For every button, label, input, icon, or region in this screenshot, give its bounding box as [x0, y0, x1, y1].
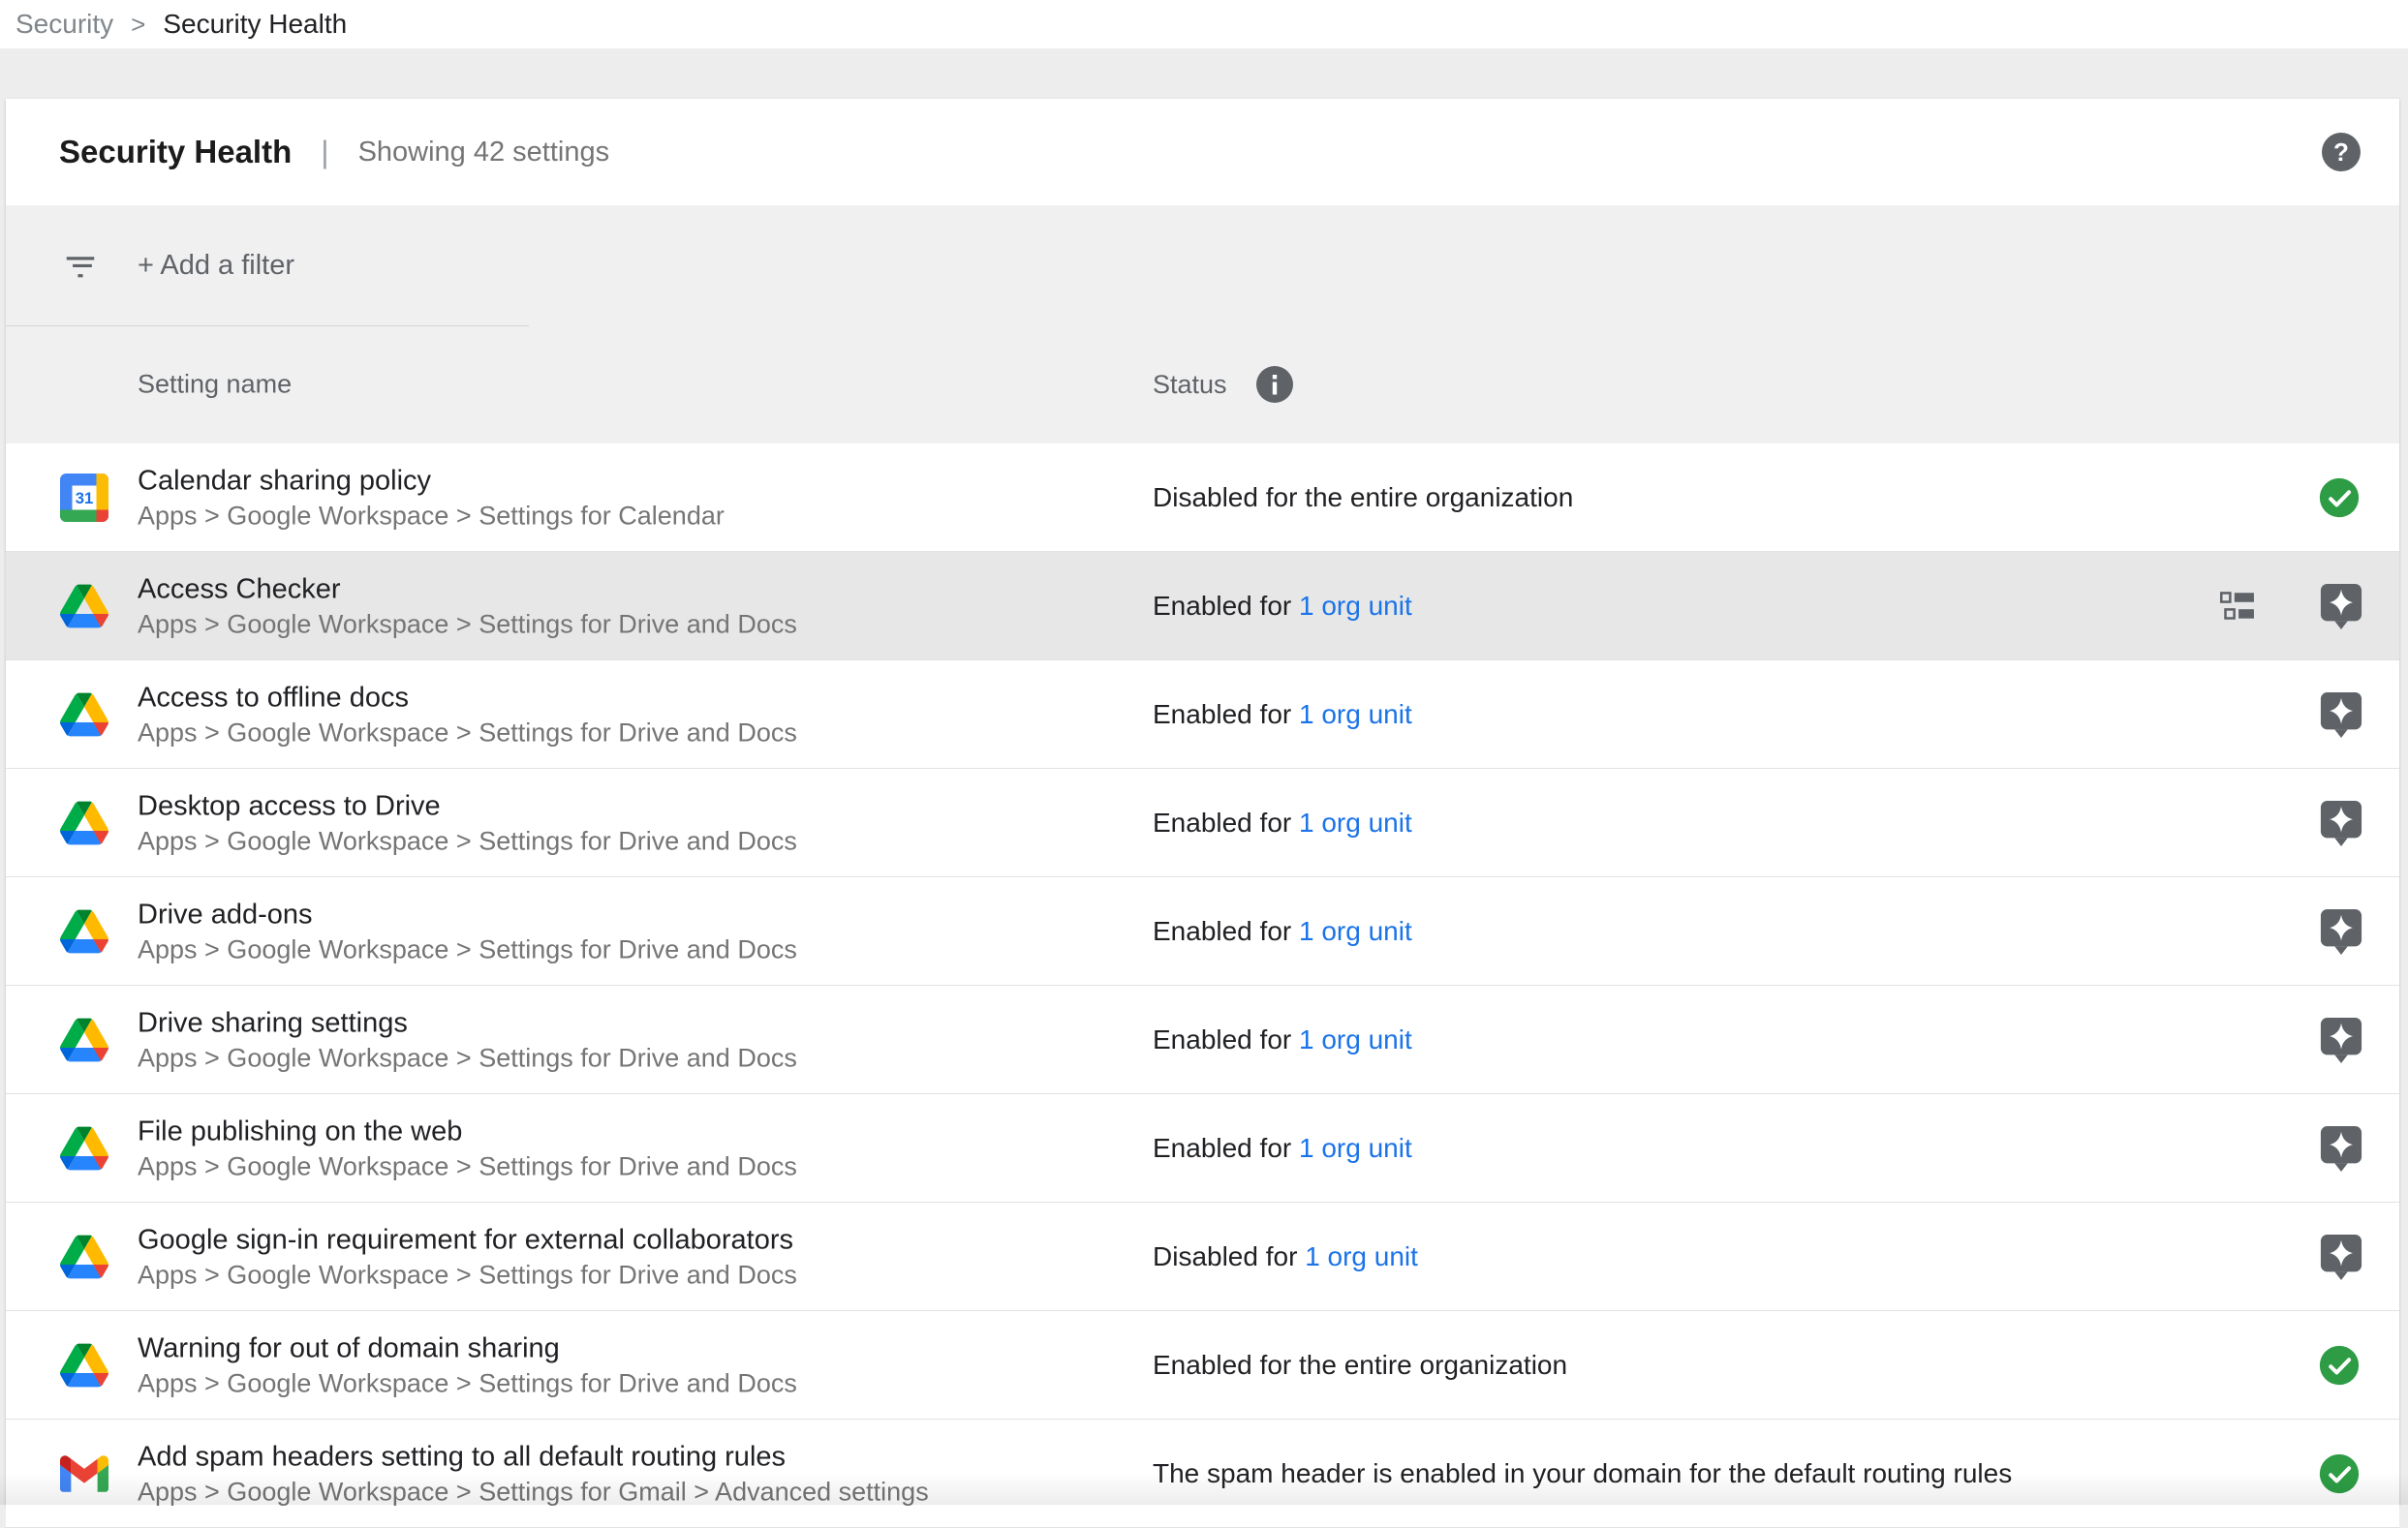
calendar-icon [60, 474, 108, 522]
setting-title: Drive sharing settings [138, 1005, 797, 1041]
drive-icon [60, 1124, 108, 1173]
table-row[interactable]: Access Checker Apps > Google Workspace >… [6, 552, 2399, 660]
setting-status: Disabled for 1 org unit [1153, 1241, 1418, 1272]
breadcrumb-security-link[interactable]: Security [15, 9, 113, 40]
setting-path: Apps > Google Workspace > Settings for D… [138, 824, 797, 857]
gmail-icon [60, 1450, 108, 1498]
recommendation-icon[interactable] [2319, 907, 2363, 956]
security-health-card: Security Health | Showing 42 settings ? … [6, 99, 2399, 1505]
org-unit-link[interactable]: 1 org unit [1299, 699, 1412, 729]
status-ok-icon [2319, 1453, 2360, 1494]
recommendation-icon[interactable] [2319, 690, 2363, 739]
setting-path: Apps > Google Workspace > Settings for D… [138, 1149, 797, 1182]
drive-icon [60, 1341, 108, 1390]
setting-path: Apps > Google Workspace > Settings for D… [138, 716, 797, 749]
setting-status: Enabled for 1 org unit [1153, 1024, 1412, 1055]
setting-status: Enabled for 1 org unit [1153, 1133, 1412, 1164]
setting-status: Enabled for the entire organization [1153, 1350, 1567, 1381]
drive-icon [60, 907, 108, 956]
table-row[interactable]: Calendar sharing policy Apps > Google Wo… [6, 443, 2399, 552]
column-header-setting-name: Setting name [138, 370, 292, 400]
filter-list-icon [62, 247, 99, 284]
breadcrumb-chevron-icon: > [131, 10, 145, 40]
setting-title: Access to offline docs [138, 680, 797, 716]
setting-title: Warning for out of domain sharing [138, 1330, 797, 1366]
table-row[interactable]: Add spam headers setting to all default … [6, 1420, 2399, 1528]
breadcrumb-current: Security Health [163, 9, 347, 40]
filter-and-table-header: + Add a filter Setting name Status [6, 205, 2399, 443]
recommendation-icon[interactable] [2319, 1124, 2363, 1173]
filter-bar[interactable]: + Add a filter [6, 205, 2399, 325]
org-unit-link[interactable]: 1 org unit [1305, 1241, 1418, 1271]
table-header-row: Setting name Status [6, 325, 2399, 443]
setting-title: File publishing on the web [138, 1114, 797, 1149]
setting-title: Desktop access to Drive [138, 788, 797, 824]
setting-path: Apps > Google Workspace > Settings for D… [138, 1366, 797, 1399]
setting-status: The spam header is enabled in your domai… [1153, 1458, 2012, 1489]
drive-icon [60, 582, 108, 630]
setting-status: Enabled for 1 org unit [1153, 916, 1412, 947]
setting-path: Apps > Google Workspace > Settings for D… [138, 607, 797, 640]
setting-path: Apps > Google Workspace > Settings for D… [138, 932, 797, 965]
org-unit-link[interactable]: 1 org unit [1299, 591, 1412, 621]
table-row[interactable]: Google sign-in requirement for external … [6, 1203, 2399, 1311]
column-header-status: Status [1153, 366, 1293, 403]
breadcrumb: Security > Security Health [0, 0, 2408, 48]
setting-title: Drive add-ons [138, 897, 797, 932]
title-divider: | [321, 135, 328, 170]
setting-status: Disabled for the entire organization [1153, 482, 1573, 513]
recommendation-icon[interactable] [2319, 1016, 2363, 1064]
setting-title: Calendar sharing policy [138, 463, 725, 499]
status-ok-icon [2319, 1345, 2360, 1386]
setting-path: Apps > Google Workspace > Settings for D… [138, 1041, 797, 1074]
drive-icon [60, 799, 108, 847]
org-unit-link[interactable]: 1 org unit [1299, 1024, 1412, 1054]
table-row[interactable]: File publishing on the web Apps > Google… [6, 1094, 2399, 1203]
card-header: Security Health | Showing 42 settings ? [6, 99, 2399, 205]
help-icon[interactable]: ? [2322, 133, 2361, 171]
table-row[interactable]: Access to offline docs Apps > Google Wor… [6, 660, 2399, 769]
setting-status: Enabled for 1 org unit [1153, 699, 1412, 730]
setting-title: Google sign-in requirement for external … [138, 1222, 797, 1258]
org-unit-link[interactable]: 1 org unit [1299, 1133, 1412, 1163]
table-row[interactable]: Drive sharing settings Apps > Google Wor… [6, 986, 2399, 1094]
add-filter-button[interactable]: + Add a filter [138, 250, 294, 282]
setting-path: Apps > Google Workspace > Settings for C… [138, 499, 725, 532]
checklist-icon [2220, 592, 2255, 621]
setting-title: Access Checker [138, 571, 797, 607]
setting-path: Apps > Google Workspace > Settings for D… [138, 1258, 797, 1291]
info-icon[interactable] [1256, 366, 1293, 403]
drive-icon [60, 690, 108, 739]
table-row[interactable]: Warning for out of domain sharing Apps >… [6, 1311, 2399, 1420]
org-unit-link[interactable]: 1 org unit [1299, 916, 1412, 946]
drive-icon [60, 1233, 108, 1281]
status-ok-icon [2319, 477, 2360, 518]
org-unit-link[interactable]: 1 org unit [1299, 808, 1412, 838]
recommendation-icon[interactable] [2319, 582, 2363, 630]
recommendation-icon[interactable] [2319, 1233, 2363, 1281]
setting-status: Enabled for 1 org unit [1153, 591, 1412, 622]
setting-path: Apps > Google Workspace > Settings for G… [138, 1475, 929, 1508]
page-title: Security Health [59, 134, 292, 170]
setting-title: Add spam headers setting to all default … [138, 1439, 929, 1475]
table-row[interactable]: Drive add-ons Apps > Google Workspace > … [6, 877, 2399, 986]
recommendation-icon[interactable] [2319, 799, 2363, 847]
setting-status: Enabled for 1 org unit [1153, 808, 1412, 839]
table-row[interactable]: Desktop access to Drive Apps > Google Wo… [6, 769, 2399, 877]
settings-count: Showing 42 settings [358, 137, 610, 168]
drive-icon [60, 1016, 108, 1064]
settings-list: Calendar sharing policy Apps > Google Wo… [6, 443, 2399, 1528]
